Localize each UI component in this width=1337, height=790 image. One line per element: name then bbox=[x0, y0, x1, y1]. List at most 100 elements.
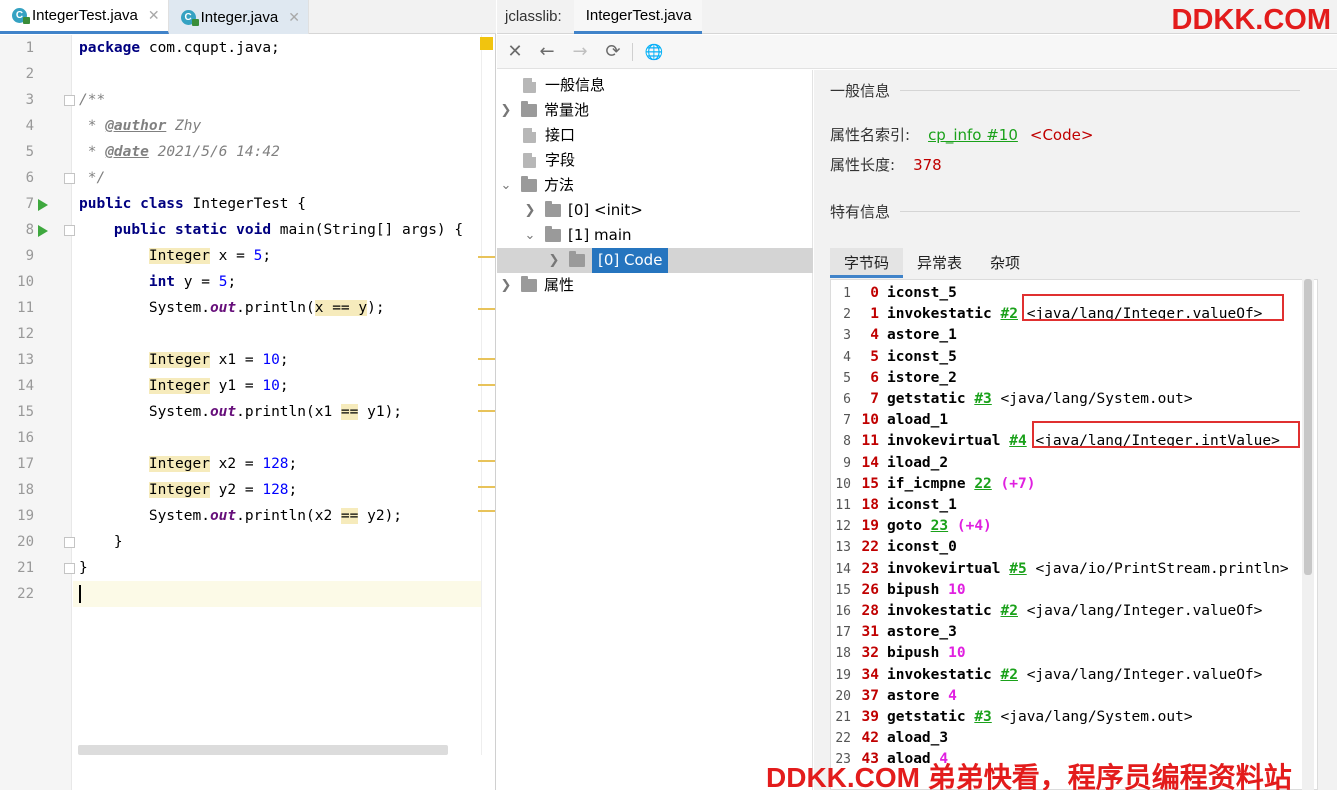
editor-horizontal-scrollbar[interactable] bbox=[78, 745, 448, 755]
row-index: 16 bbox=[835, 604, 851, 619]
tree-node-method-init[interactable]: ❯ [0] <init> bbox=[523, 198, 643, 223]
chevron-right-icon[interactable]: ❯ bbox=[499, 273, 513, 298]
error-stripe-mark[interactable] bbox=[478, 410, 495, 412]
member-reference: <java/lang/Integer.valueOf> bbox=[1026, 666, 1263, 683]
folder-icon bbox=[521, 101, 537, 117]
member-reference: <java/lang/System.out> bbox=[1000, 391, 1193, 407]
code-text: com.cqupt.java; bbox=[140, 40, 280, 56]
chevron-right-icon[interactable]: ❯ bbox=[547, 248, 561, 273]
bytecode-offset: 1 bbox=[870, 306, 879, 323]
cp-info-link[interactable]: cp_info #10 bbox=[928, 126, 1018, 144]
tree-node-code[interactable]: ❯ [0] Code bbox=[497, 248, 813, 273]
number-literal: 10 bbox=[262, 352, 280, 368]
folder-icon bbox=[521, 276, 537, 292]
type-name: Integer bbox=[148, 248, 210, 264]
error-stripe-mark[interactable] bbox=[478, 308, 495, 310]
tab-integertest-java[interactable]: IntegerTest.java bbox=[573, 0, 702, 34]
bytecode-instruction: astore_3 bbox=[887, 624, 957, 641]
line-number: 21 bbox=[17, 560, 34, 576]
tree-node-interfaces[interactable]: 接口 bbox=[499, 123, 575, 148]
chevron-right-icon[interactable]: ❯ bbox=[523, 198, 537, 223]
close-icon[interactable]: ✕ bbox=[148, 7, 160, 24]
current-line[interactable] bbox=[73, 581, 481, 607]
error-stripe-mark[interactable] bbox=[478, 486, 495, 488]
attribute-length: 属性长度: 378 bbox=[830, 156, 942, 174]
constant-ref-link[interactable]: #4 bbox=[1009, 433, 1026, 449]
error-stripe-mark[interactable] bbox=[478, 460, 495, 462]
code-text: y = bbox=[175, 274, 219, 290]
bytecode-row: 9 14 iload_2 bbox=[831, 453, 948, 474]
inspection-warning-icon[interactable] bbox=[480, 37, 493, 50]
code-line: * @author Zhy bbox=[79, 113, 202, 139]
code-line: Integer x = 5; bbox=[79, 243, 271, 269]
chevron-right-icon[interactable]: ❯ bbox=[499, 98, 513, 123]
tree-node-general-info[interactable]: 一般信息 bbox=[499, 73, 605, 98]
row-index: 9 bbox=[843, 455, 851, 471]
bytecode-instruction: getstatic bbox=[887, 709, 966, 725]
error-stripe-mark[interactable] bbox=[478, 510, 495, 512]
row-index: 1 bbox=[843, 286, 851, 301]
error-stripe-mark[interactable] bbox=[478, 384, 495, 386]
bytecode-row: 13 22 iconst_0 bbox=[831, 537, 957, 558]
code-line: public static void main(String[] args) { bbox=[79, 217, 463, 243]
constant-ref-link[interactable]: #3 bbox=[974, 709, 991, 725]
tree-node-attributes[interactable]: ❯ 属性 bbox=[499, 273, 574, 298]
bytecode-offset: 26 bbox=[861, 581, 879, 598]
editor-vertical-scrollbar[interactable] bbox=[481, 35, 495, 755]
tab-bytecode[interactable]: 字节码 bbox=[830, 248, 904, 278]
code-area[interactable]: package com.cqupt.java; /** * @author Zh… bbox=[73, 35, 481, 755]
comment: */ bbox=[79, 170, 106, 186]
web-icon[interactable]: 🌐 bbox=[643, 41, 665, 63]
tree-node-constant-pool[interactable]: ❯ 常量池 bbox=[499, 98, 589, 123]
code-text: y1 = bbox=[209, 378, 263, 394]
bytecode-offset: 11 bbox=[861, 433, 879, 450]
line-number: 2 bbox=[25, 66, 34, 82]
code-text: y1); bbox=[358, 404, 403, 420]
line-number: 22 bbox=[17, 586, 34, 602]
section-specific-info: 特有信息 bbox=[830, 201, 1330, 222]
run-method-icon[interactable] bbox=[38, 225, 48, 237]
code-line: */ bbox=[79, 165, 105, 191]
tree-node-method-main[interactable]: ⌄ [1] main bbox=[523, 223, 632, 248]
line-number: 8 bbox=[25, 222, 34, 238]
java-class-icon: C bbox=[180, 9, 199, 26]
scrollbar-thumb[interactable] bbox=[1304, 279, 1312, 576]
line-number-gutter: 1 2 3 4 5 6 7 8 9 10 11 12 13 14 15 16 1… bbox=[0, 35, 75, 790]
constant-ref-link[interactable]: 23 bbox=[931, 518, 948, 534]
close-icon[interactable]: ✕ bbox=[288, 9, 300, 26]
tab-misc[interactable]: 杂项 bbox=[976, 248, 1034, 278]
code-text: x = bbox=[209, 248, 254, 264]
row-index: 12 bbox=[835, 519, 851, 535]
tree-node-methods[interactable]: ⌄ 方法 bbox=[499, 173, 574, 198]
constant-ref-link[interactable]: #3 bbox=[974, 391, 991, 407]
chevron-down-icon[interactable]: ⌄ bbox=[499, 173, 513, 198]
run-class-icon[interactable] bbox=[38, 199, 48, 211]
folder-icon bbox=[545, 226, 561, 242]
bytecode-instruction: bipush bbox=[887, 581, 940, 598]
constant-ref-link[interactable]: #5 bbox=[1009, 561, 1026, 577]
forward-arrow-icon[interactable]: → bbox=[569, 41, 591, 63]
close-icon[interactable]: ✕ bbox=[504, 41, 526, 63]
error-stripe-mark[interactable] bbox=[478, 256, 495, 258]
constant-ref-link[interactable]: 22 bbox=[974, 476, 991, 492]
bytecode-offset: 39 bbox=[861, 709, 879, 725]
tab-exception-table[interactable]: 异常表 bbox=[903, 248, 976, 278]
back-arrow-icon[interactable]: ← bbox=[536, 41, 558, 63]
constant-ref-link[interactable]: #2 bbox=[1001, 306, 1018, 322]
tab-integer-java[interactable]: C Integer.java ✕ bbox=[168, 0, 309, 34]
constant-ref-link[interactable]: #2 bbox=[1001, 603, 1018, 619]
bytecode-row: 16 28 invokestatic #2 <java/lang/Integer.v… bbox=[831, 601, 1262, 622]
refresh-icon[interactable]: ⟳ bbox=[602, 41, 624, 63]
constant-ref-link[interactable]: #2 bbox=[1001, 667, 1018, 683]
bytecode-instruction: istore_2 bbox=[887, 369, 957, 386]
text-caret bbox=[79, 585, 81, 603]
document-icon bbox=[523, 128, 536, 143]
code-text: .println( bbox=[236, 300, 315, 316]
chevron-down-icon[interactable]: ⌄ bbox=[523, 223, 537, 248]
tab-integertest-java[interactable]: C IntegerTest.java ✕ bbox=[0, 0, 169, 34]
row-index: 15 bbox=[835, 582, 851, 598]
code-text: ; bbox=[288, 456, 298, 472]
bytecode-list[interactable]: 1 0 iconst_5 2 1 invokestatic #2 <java/lang/I… bbox=[830, 279, 1318, 790]
tree-node-fields[interactable]: 字段 bbox=[499, 148, 575, 173]
error-stripe-mark[interactable] bbox=[478, 358, 495, 360]
